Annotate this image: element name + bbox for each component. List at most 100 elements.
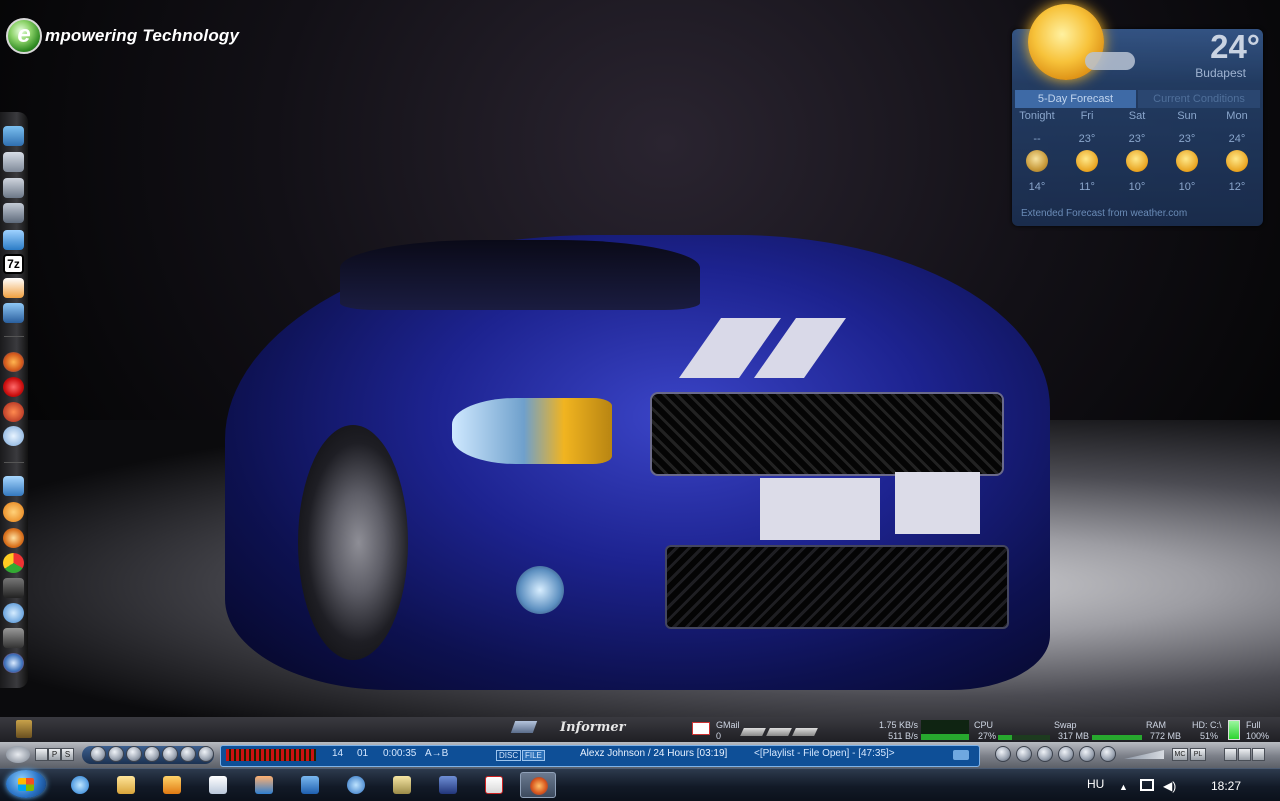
info-button[interactable] bbox=[126, 746, 142, 762]
taskbar-network-button[interactable] bbox=[246, 772, 282, 798]
action-center-icon[interactable] bbox=[1140, 779, 1154, 791]
tools-icon[interactable] bbox=[3, 628, 24, 648]
taskbar-ie-button[interactable] bbox=[62, 772, 98, 798]
taskbar-notepad-button[interactable] bbox=[200, 772, 236, 798]
save-icon bbox=[439, 776, 457, 794]
forecast-low: 10° bbox=[1128, 181, 1146, 193]
weather-footer-link[interactable]: Extended Forecast from weather.com bbox=[1021, 208, 1187, 219]
mini-mode-button[interactable] bbox=[35, 748, 48, 761]
playlist-toggle-button[interactable]: PL bbox=[1190, 748, 1206, 761]
taskbar-save-button[interactable] bbox=[430, 772, 466, 798]
recycle-bin-icon[interactable] bbox=[16, 720, 32, 738]
taskbar-pictures-button[interactable] bbox=[384, 772, 420, 798]
open-file-button[interactable] bbox=[90, 746, 106, 762]
wallpaper-car-grille bbox=[650, 392, 1004, 476]
repeat-button[interactable] bbox=[108, 746, 124, 762]
settings-icon[interactable] bbox=[3, 603, 24, 623]
disc-burner-icon[interactable] bbox=[3, 528, 24, 548]
network-icon[interactable] bbox=[3, 303, 24, 323]
drive-icon[interactable] bbox=[766, 728, 792, 736]
mode-p-button[interactable]: P bbox=[48, 748, 61, 761]
forecast-low: 12° bbox=[1228, 181, 1246, 193]
language-indicator[interactable]: HU bbox=[1087, 777, 1104, 791]
equalizer-button[interactable] bbox=[180, 746, 196, 762]
gmail-count: 0 bbox=[716, 731, 722, 741]
minimize-button[interactable] bbox=[1224, 748, 1237, 761]
disc-mode-label[interactable]: DISC bbox=[496, 750, 522, 761]
disc-number: 01 bbox=[357, 748, 369, 759]
music-icon[interactable] bbox=[3, 178, 24, 198]
forecast-day: Sun 23° 10° bbox=[1163, 110, 1211, 193]
previous-track-button[interactable] bbox=[995, 746, 1011, 762]
control-panel-icon[interactable] bbox=[3, 653, 24, 673]
spectrum-visualizer bbox=[226, 749, 316, 761]
taskbar-explorer-button[interactable] bbox=[108, 772, 144, 798]
play-pause-button[interactable] bbox=[1037, 746, 1053, 762]
webcam-icon[interactable] bbox=[3, 578, 24, 598]
battery-value: 100% bbox=[1246, 731, 1270, 741]
messenger-icon[interactable] bbox=[3, 476, 24, 496]
chrome-icon[interactable] bbox=[3, 553, 24, 573]
tab-current-conditions[interactable]: Current Conditions bbox=[1138, 90, 1260, 108]
media-player-icon[interactable] bbox=[3, 402, 24, 422]
wallpaper-car-stripe bbox=[760, 478, 880, 540]
ie-icon bbox=[71, 776, 89, 794]
forecast-day: Mon 24° 12° bbox=[1213, 110, 1261, 193]
wallpaper-car-foglight bbox=[516, 566, 564, 614]
7zip-icon[interactable]: 7z bbox=[3, 254, 24, 274]
taskbar-firefox-button[interactable] bbox=[520, 772, 556, 798]
tab-5-day-forecast[interactable]: 5-Day Forecast bbox=[1015, 90, 1136, 108]
show-hidden-icons-button[interactable]: ▲ bbox=[1119, 782, 1128, 792]
taskbar-media-player-button[interactable] bbox=[154, 772, 190, 798]
system-clock[interactable]: 18:27 bbox=[1211, 779, 1241, 793]
hd-label: HD: C:\ bbox=[1192, 720, 1222, 730]
winamp-icon[interactable] bbox=[3, 502, 24, 522]
videos-icon[interactable] bbox=[3, 203, 24, 223]
informer-icon bbox=[510, 721, 538, 733]
forecast-high: 23° bbox=[1178, 133, 1196, 145]
fast-forward-button[interactable] bbox=[1079, 746, 1095, 762]
pictures-icon[interactable] bbox=[3, 126, 24, 146]
taskbar-mail-button[interactable] bbox=[476, 772, 512, 798]
informer-label[interactable]: Informer bbox=[560, 720, 626, 735]
file-mode-label[interactable]: FILE bbox=[522, 750, 545, 761]
mode-s-button[interactable]: S bbox=[61, 748, 74, 761]
wallpaper-car-headlight bbox=[452, 398, 612, 464]
current-temperature: 24° bbox=[1210, 28, 1260, 65]
settings-button[interactable] bbox=[144, 746, 160, 762]
now-playing-title: Alexz Johnson / 24 Hours [03:19] bbox=[580, 748, 728, 759]
computer-icon[interactable] bbox=[3, 230, 24, 250]
mute-button[interactable] bbox=[198, 746, 214, 762]
mail-icon bbox=[485, 776, 503, 794]
media-center-button[interactable]: MC bbox=[1172, 748, 1188, 761]
maximize-button[interactable] bbox=[1238, 748, 1251, 761]
gmail-label: GMail bbox=[716, 720, 740, 730]
close-button[interactable] bbox=[1252, 748, 1265, 761]
volume-icon[interactable]: ◀) bbox=[1163, 779, 1176, 793]
eject-button[interactable] bbox=[1100, 746, 1116, 762]
forecast-day: Sat 23° 10° bbox=[1113, 110, 1161, 193]
player-logo-icon[interactable] bbox=[6, 746, 30, 763]
search-icon[interactable] bbox=[3, 426, 24, 446]
drive-icon[interactable] bbox=[792, 728, 818, 736]
track-number: 14 bbox=[332, 748, 344, 759]
opera-icon[interactable] bbox=[3, 377, 24, 397]
pictures-icon bbox=[393, 776, 411, 794]
firefox-icon[interactable] bbox=[3, 352, 24, 372]
documents-icon[interactable] bbox=[3, 152, 24, 172]
dock-separator bbox=[4, 336, 24, 337]
taskbar-store-button[interactable] bbox=[292, 772, 328, 798]
playlist-button[interactable] bbox=[162, 746, 178, 762]
pen-icon[interactable] bbox=[3, 278, 24, 298]
next-track-button[interactable] bbox=[1058, 746, 1074, 762]
forecast-day-name: Sun bbox=[1177, 110, 1197, 122]
net-down-rate: 1.75 KB/s bbox=[878, 720, 918, 730]
messenger-icon bbox=[347, 776, 365, 794]
display-options-icon[interactable] bbox=[953, 750, 969, 760]
taskbar-messenger-button[interactable] bbox=[338, 772, 374, 798]
stop-button[interactable] bbox=[1016, 746, 1032, 762]
ab-repeat-label[interactable]: A→B bbox=[425, 748, 448, 759]
drive-icon[interactable] bbox=[740, 728, 766, 736]
gmail-icon[interactable] bbox=[692, 722, 710, 735]
ram-label: RAM bbox=[1146, 720, 1166, 730]
